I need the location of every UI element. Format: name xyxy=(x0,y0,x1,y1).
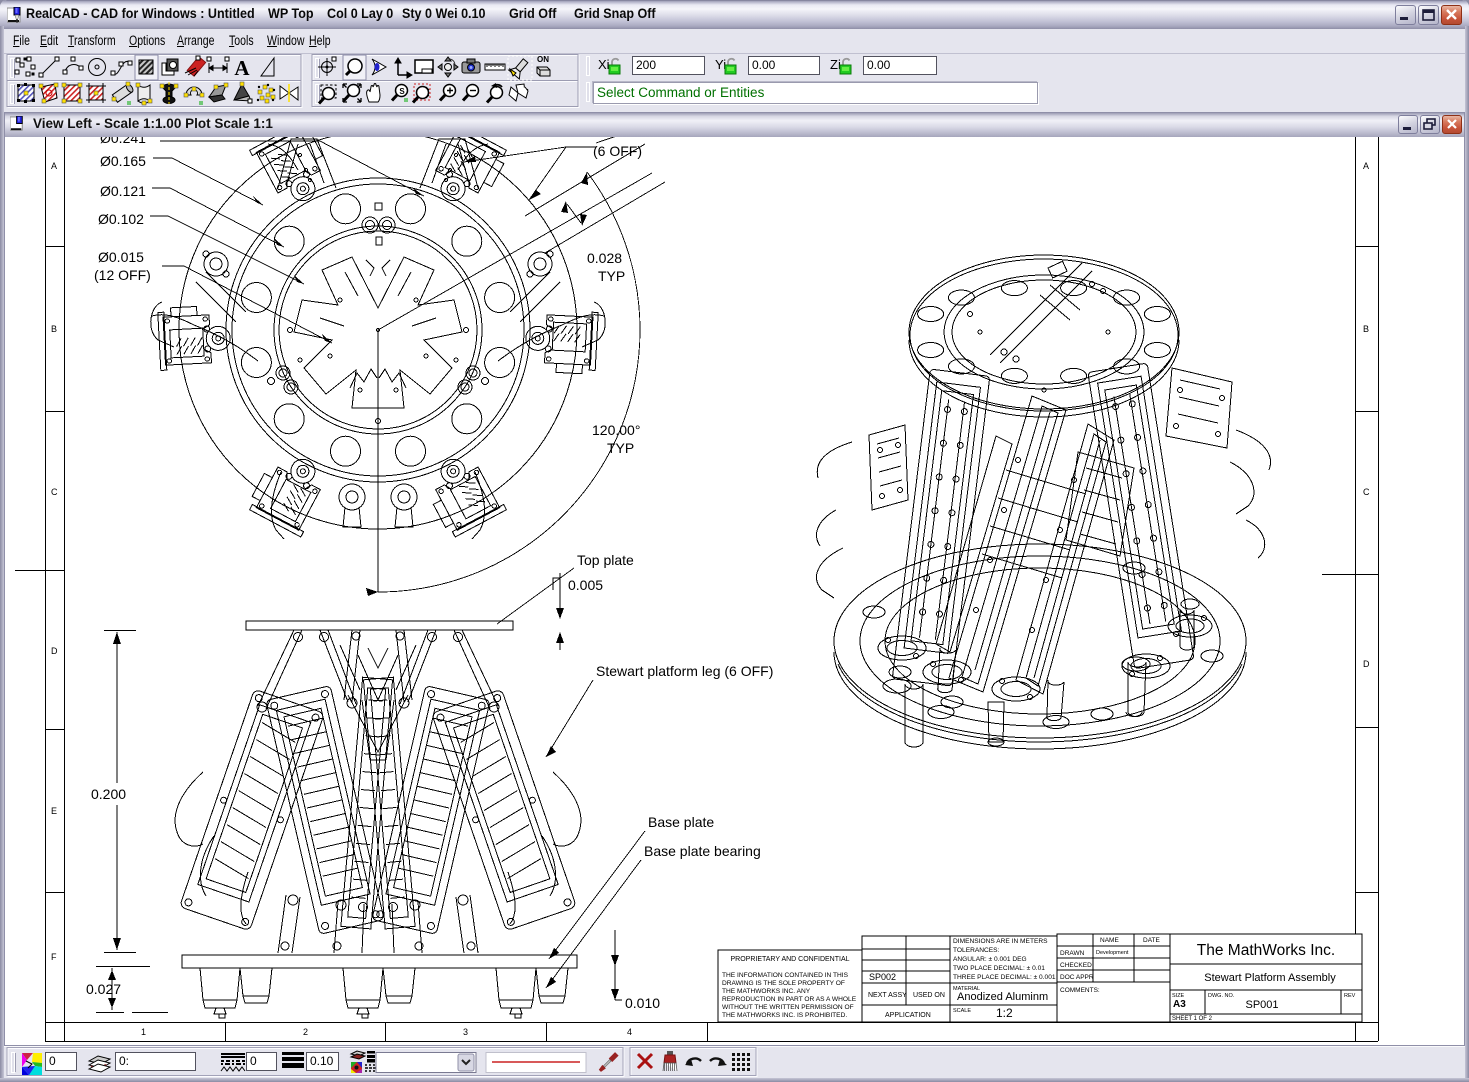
svg-text:THE INFORMATION CONTAINED IN T: THE INFORMATION CONTAINED IN THIS xyxy=(722,972,849,979)
svg-text:(6 OFF): (6 OFF) xyxy=(593,143,642,159)
svg-text:DATE: DATE xyxy=(1143,937,1161,944)
svg-text:Ø0.121: Ø0.121 xyxy=(100,183,146,199)
svg-text:THE MATHWORKS INC. IS PROHIBIT: THE MATHWORKS INC. IS PROHIBITED. xyxy=(722,1012,847,1019)
svg-text:REV: REV xyxy=(1344,993,1356,999)
svg-text:C: C xyxy=(51,487,58,497)
svg-text:0.010: 0.010 xyxy=(625,995,660,1011)
svg-text:D: D xyxy=(51,646,58,656)
svg-text:(12 OFF): (12 OFF) xyxy=(94,267,151,283)
svg-text:Ø0.165: Ø0.165 xyxy=(100,153,146,169)
svg-text:Development: Development xyxy=(1096,950,1129,956)
svg-text:Base plate bearing: Base plate bearing xyxy=(644,843,761,859)
svg-text:PROPRIETARY AND CONFIDENTIAL: PROPRIETARY AND CONFIDENTIAL xyxy=(730,956,849,963)
svg-text:SP002: SP002 xyxy=(869,972,896,982)
svg-text:USED ON: USED ON xyxy=(913,992,945,999)
svg-text:0.200: 0.200 xyxy=(91,786,126,802)
svg-text:A: A xyxy=(1363,161,1369,171)
svg-text:Stewart platform leg (6 OFF): Stewart platform leg (6 OFF) xyxy=(596,663,773,679)
svg-text:S: S xyxy=(399,87,405,96)
svg-text:C: C xyxy=(1363,487,1370,497)
svg-text:TYP: TYP xyxy=(607,440,634,456)
svg-text:2: 2 xyxy=(303,1027,308,1037)
svg-text:1: 1 xyxy=(141,1027,146,1037)
svg-text:TOLERANCES:: TOLERANCES: xyxy=(953,947,1000,954)
svg-text:SP001: SP001 xyxy=(1245,999,1278,1011)
svg-text:F: F xyxy=(51,952,57,962)
svg-text:THE MATHWORKS INC. ANY: THE MATHWORKS INC. ANY xyxy=(722,988,811,995)
svg-text:B: B xyxy=(51,324,57,334)
svg-text:SHEET 1 OF 2: SHEET 1 OF 2 xyxy=(1172,1016,1213,1022)
svg-text:Base plate: Base plate xyxy=(648,814,714,830)
svg-text:TYP: TYP xyxy=(598,268,625,284)
svg-text:D: D xyxy=(1363,659,1370,669)
svg-text:THREE PLACE DECIMAL: ± 0.001: THREE PLACE DECIMAL: ± 0.001 xyxy=(953,974,1056,981)
svg-text:4: 4 xyxy=(627,1027,632,1037)
svg-text:B: B xyxy=(1363,324,1369,334)
svg-text:COMMENTS:: COMMENTS: xyxy=(1060,987,1100,994)
svg-text:CHECKED: CHECKED xyxy=(1060,962,1092,969)
svg-text:A: A xyxy=(51,161,57,171)
svg-text:1:2: 1:2 xyxy=(996,1006,1013,1020)
svg-text:0.027: 0.027 xyxy=(86,981,121,997)
svg-text:0.028: 0.028 xyxy=(587,250,622,266)
svg-text:Ø0.241: Ø0.241 xyxy=(100,137,146,146)
svg-text:DIMENSIONS ARE IN METERS: DIMENSIONS ARE IN METERS xyxy=(953,938,1048,945)
svg-text:Anodized Aluminm: Anodized Aluminm xyxy=(957,991,1048,1003)
svg-text:The MathWorks Inc.: The MathWorks Inc. xyxy=(1197,942,1335,959)
svg-text:ANGULAR: ± 0.001 DEG: ANGULAR: ± 0.001 DEG xyxy=(953,956,1027,963)
svg-text:0.005: 0.005 xyxy=(568,577,603,593)
svg-text:DRAWING IS THE SOLE PROPERTY O: DRAWING IS THE SOLE PROPERTY OF xyxy=(722,980,845,987)
svg-text:Ø0.102: Ø0.102 xyxy=(98,211,144,227)
svg-text:APPLICATION: APPLICATION xyxy=(885,1012,931,1019)
svg-text:DRAWN: DRAWN xyxy=(1060,950,1085,957)
svg-text:Ø0.015: Ø0.015 xyxy=(98,249,144,265)
svg-text:3: 3 xyxy=(463,1027,468,1037)
svg-text:ON: ON xyxy=(537,55,549,64)
svg-text:E: E xyxy=(51,806,57,816)
svg-text:DWG. NO.: DWG. NO. xyxy=(1208,993,1235,999)
svg-text:Top plate: Top plate xyxy=(577,552,634,568)
svg-text:A3: A3 xyxy=(1173,999,1186,1010)
svg-text:REPRODUCTION IN PART OR AS A W: REPRODUCTION IN PART OR AS A WHOLE xyxy=(722,996,857,1003)
svg-text:SCALE: SCALE xyxy=(953,1008,971,1014)
svg-text:NEXT ASSY: NEXT ASSY xyxy=(868,992,907,999)
svg-text:WITHOUT THE WRITTEN PERMISSION: WITHOUT THE WRITTEN PERMISSION OF xyxy=(722,1004,854,1011)
svg-text:A: A xyxy=(234,56,250,80)
svg-text:Stewart Platform Assembly: Stewart Platform Assembly xyxy=(1204,972,1336,984)
svg-text:NAME: NAME xyxy=(1100,937,1119,944)
svg-text:120.00°: 120.00° xyxy=(592,422,640,438)
svg-text:DOC APPR: DOC APPR xyxy=(1060,974,1094,981)
svg-text:TWO PLACE DECIMAL: ± 0.01: TWO PLACE DECIMAL: ± 0.01 xyxy=(953,965,1045,972)
